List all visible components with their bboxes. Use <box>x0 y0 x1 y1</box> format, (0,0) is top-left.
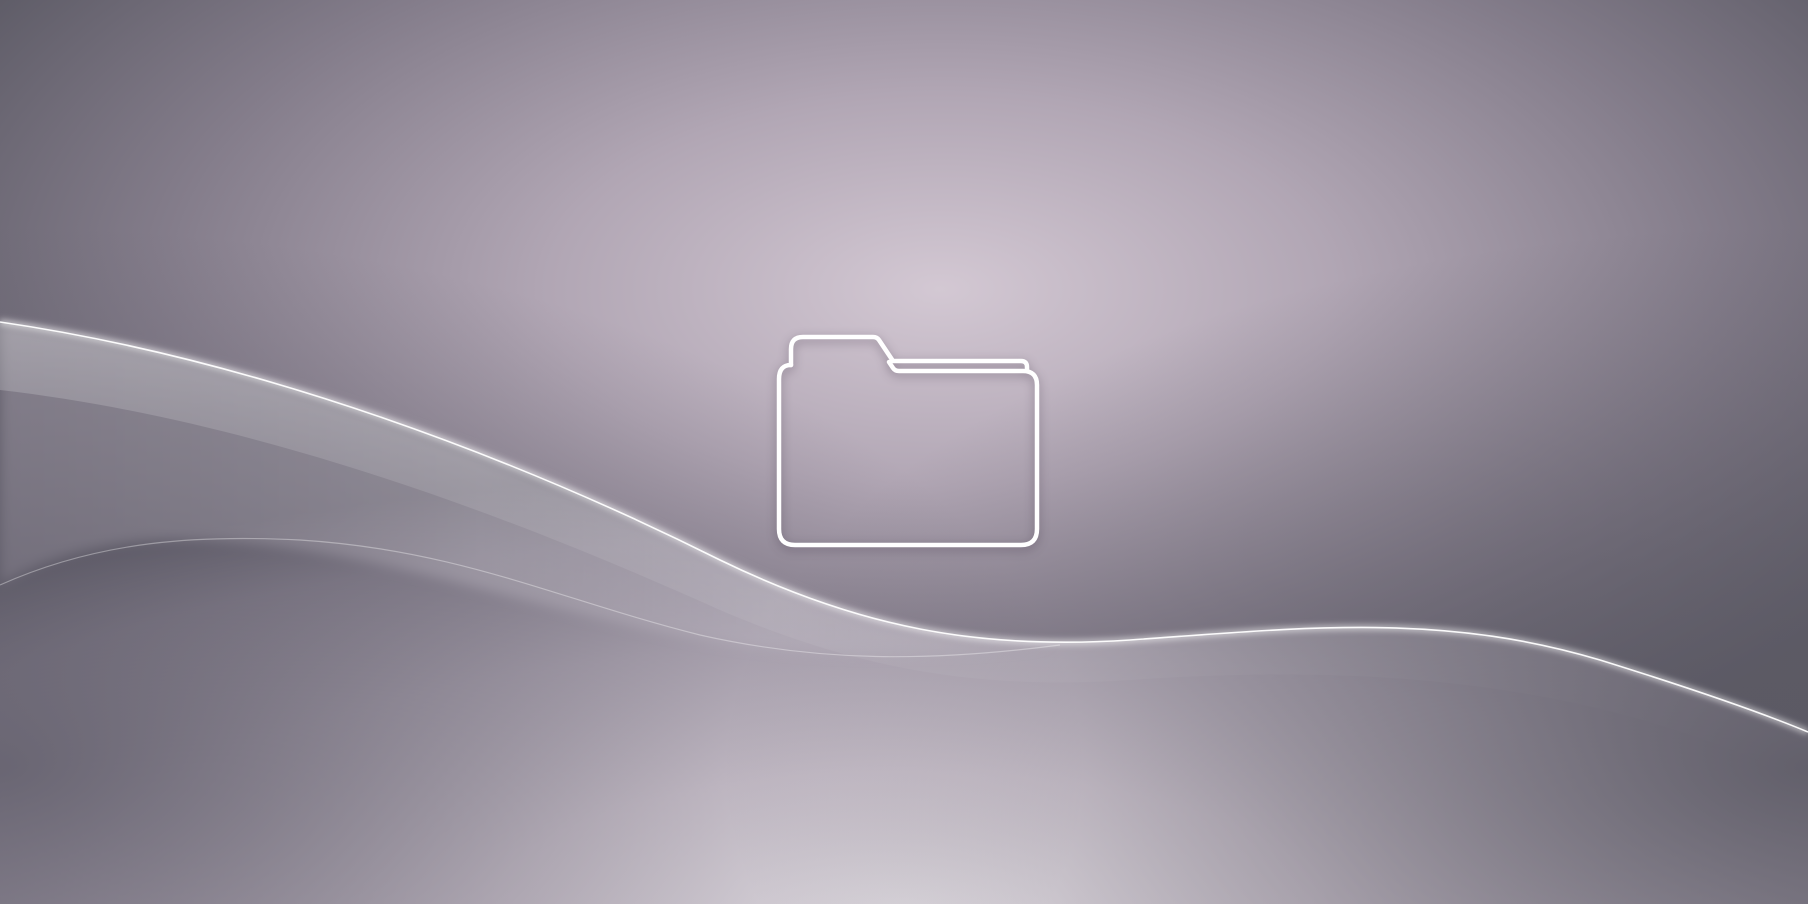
folder-body <box>776 359 1040 548</box>
folder-icon[interactable] <box>763 331 1043 553</box>
folder-back-tab <box>788 334 1030 374</box>
